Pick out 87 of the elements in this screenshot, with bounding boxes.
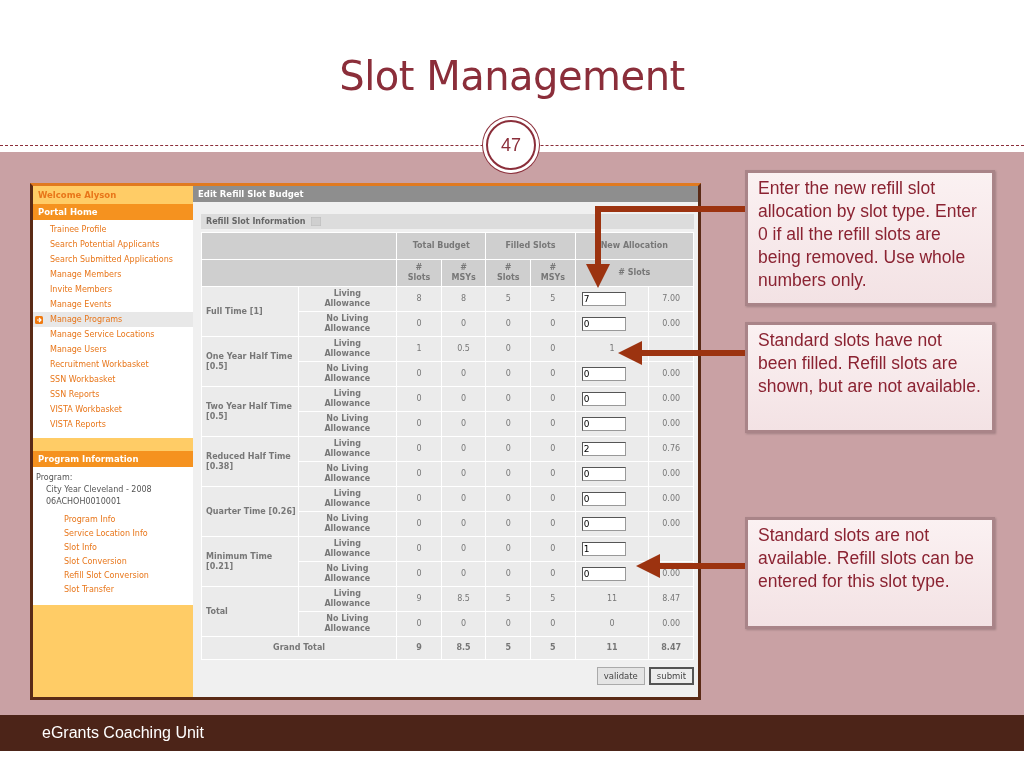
input-field[interactable]: 2 [581, 442, 626, 456]
sidebar-item[interactable]: Manage Events [33, 297, 193, 312]
table-cell: 0.76 [662, 444, 681, 453]
column-header: New Allocation [575, 232, 694, 260]
table-cell: 0.00 [662, 394, 681, 403]
input-field[interactable]: 0 [581, 492, 626, 506]
table-cell-text: 1 [608, 344, 616, 354]
input-field[interactable]: 0 [581, 317, 626, 331]
table-cell: No Living Allowance [298, 361, 397, 387]
table-cell-text: 0 [608, 619, 616, 629]
table-cell: Quarter Time [0.26] [201, 486, 299, 537]
sidebar-item[interactable]: Search Potential Applicants [33, 237, 193, 252]
column-header: Filled Slots [485, 232, 576, 260]
program-link[interactable]: Slot Conversion [64, 555, 190, 569]
input-field[interactable]: 0 [581, 467, 626, 481]
table-cell: Total [201, 586, 299, 637]
input-field[interactable]: 7 [581, 292, 626, 306]
sidebar-item[interactable]: Manage Programs [33, 312, 193, 327]
table-cell: Living Allowance [298, 486, 397, 512]
program-label: Program: [36, 473, 74, 482]
sidebar-item[interactable]: SSN Reports [33, 387, 193, 402]
welcome-heading: Welcome Alyson [37, 189, 118, 202]
table-cell: Grand Total [201, 636, 397, 660]
table-cell: 0.00 [662, 569, 681, 578]
sidebar-item[interactable]: Search Submitted Applications [33, 252, 193, 267]
table-cell: 7.00 [662, 294, 681, 303]
table-cell: 0.00 [662, 369, 681, 378]
table-cell: No Living Allowance [298, 611, 397, 637]
table-cell: 8.47 [662, 594, 681, 603]
table-cell: No Living Allowance [298, 461, 397, 487]
table-cell: Living Allowance [298, 436, 397, 462]
table-cell: 0.00 [662, 319, 681, 328]
form-button[interactable]: submit [648, 667, 694, 685]
sidebar-item[interactable]: Invite Members [33, 282, 193, 297]
input-field[interactable]: 0 [581, 392, 626, 406]
input-field[interactable]: 0 [581, 367, 626, 381]
program-id: 06ACHOH0010001 [45, 497, 123, 506]
program-link[interactable]: Program Info [64, 513, 190, 527]
sidebar-item[interactable]: Manage Users [33, 342, 193, 357]
section-title: Refill Slot Information [206, 217, 306, 226]
callout-note: Enter the new refill slot allocation by slot type. Enter 0 if all the refill slots are being removed. Use whole numbers only. [745, 170, 995, 306]
input-field[interactable]: 0 [581, 417, 626, 431]
sidebar-item[interactable]: Recruitment Workbasket [33, 357, 193, 372]
program-link[interactable]: Slot Transfer [64, 583, 190, 597]
table-cell: Living Allowance [298, 536, 397, 562]
table-cell: Living Allowance [298, 286, 397, 312]
page-heading: Edit Refill Slot Budget [193, 186, 698, 202]
table-cell: Minimum Time [0.21] [201, 536, 299, 587]
table-cell: Two Year Half Time [0.5] [201, 386, 299, 437]
table-cell: 0.00 [662, 469, 681, 478]
sidebar-item[interactable]: VISTA Reports [33, 417, 193, 432]
input-field[interactable]: 0 [581, 517, 626, 531]
table-cell-text: 11 [605, 594, 619, 604]
callout-note: Standard slots are not available. Refill slots can be entered for this slot type. [745, 517, 995, 629]
slide-title: Slot Management [339, 53, 685, 99]
input-field[interactable]: 1 [581, 542, 626, 556]
program-name: City Year Cleveland - 2008 [45, 485, 153, 494]
table-cell: Living Allowance [298, 386, 397, 412]
table-cell: No Living Allowance [298, 561, 397, 587]
sidebar-item[interactable]: Manage Service Locations [33, 327, 193, 342]
portal-heading: Portal Home [33, 204, 193, 220]
table-cell: Living Allowance [298, 586, 397, 612]
table-cell: 0.00 [662, 619, 681, 628]
table-cell: Full Time [1] [201, 286, 299, 337]
program-link[interactable]: Slot Info [64, 541, 190, 555]
footer-text: eGrants Coaching Unit [42, 724, 204, 742]
page-number: 47 [486, 120, 536, 170]
table-cell: No Living Allowance [298, 311, 397, 337]
table-cell: No Living Allowance [298, 511, 397, 537]
table-cell: 0.00 [662, 419, 681, 428]
column-header: Total Budget [396, 232, 486, 260]
sidebar-item[interactable]: Trainee Profile [33, 222, 193, 237]
input-field[interactable]: 0 [581, 567, 626, 581]
table-cell: Living Allowance [298, 336, 397, 362]
program-heading: Program Information [33, 451, 193, 467]
table-cell: 0.00 [662, 494, 681, 503]
callout-note: Standard slots have not been filled. Refill slots are shown, but are not available. [745, 322, 995, 433]
program-link[interactable]: Service Location Info [64, 527, 190, 541]
sidebar-item[interactable]: VISTA Workbasket [33, 402, 193, 417]
form-button[interactable]: validate [596, 667, 645, 685]
sidebar-item[interactable]: Manage Members [33, 267, 193, 282]
table-cell: No Living Allowance [298, 411, 397, 437]
program-link[interactable]: Refill Slot Conversion [64, 569, 190, 583]
table-cell: One Year Half Time [0.5] [201, 336, 299, 387]
table-cell: 0.00 [662, 519, 681, 528]
table-cell: Reduced Half Time [0.38] [201, 436, 299, 487]
sidebar-item[interactable]: SSN Workbasket [33, 372, 193, 387]
